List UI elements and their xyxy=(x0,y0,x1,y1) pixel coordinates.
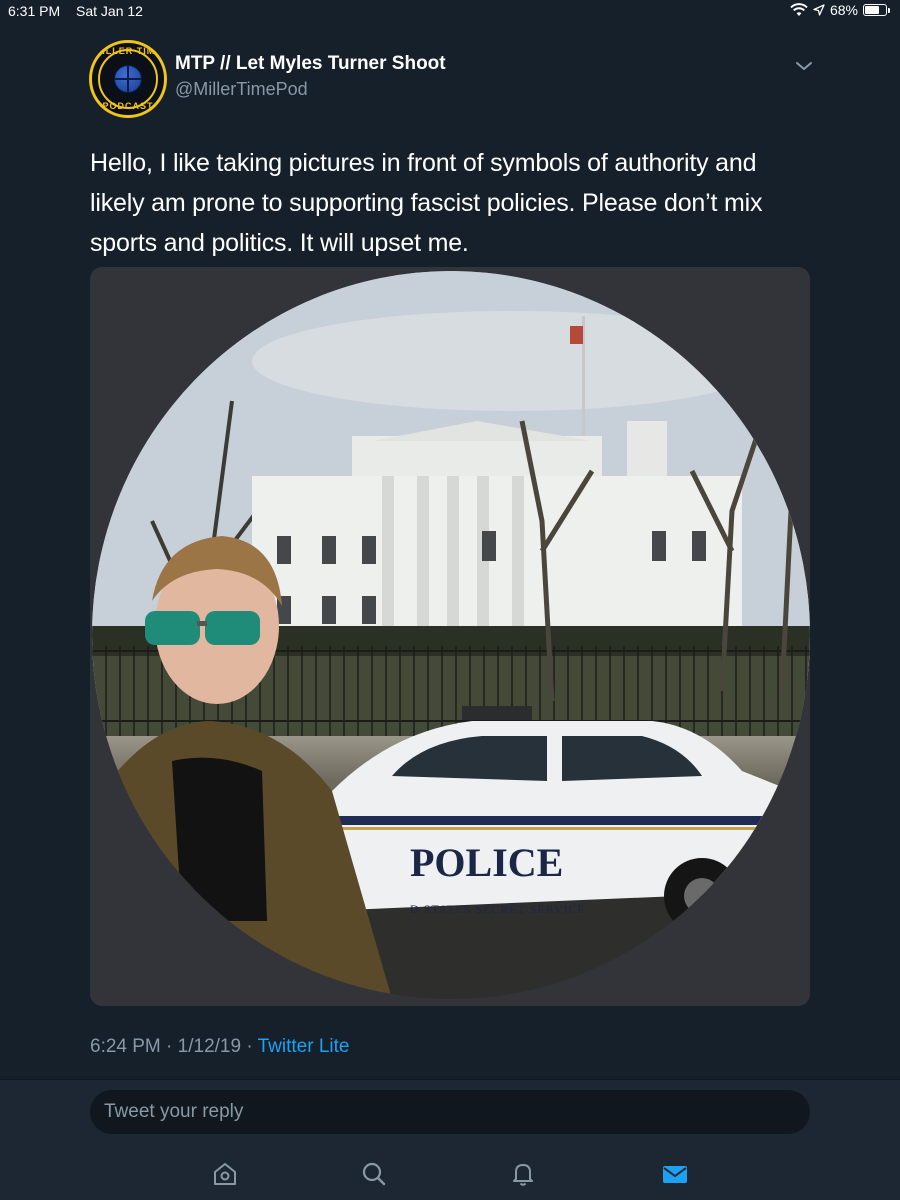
battery-icon xyxy=(863,4,887,16)
status-bar: 6:31 PM Sat Jan 12 68% xyxy=(0,0,900,24)
wifi-icon xyxy=(790,3,808,16)
tab-messages[interactable] xyxy=(659,1158,691,1190)
envelope-icon xyxy=(663,1166,687,1183)
battery-level xyxy=(865,6,879,14)
photo-illustration: POLICE D STATES SECRET SERVICE xyxy=(92,271,810,999)
tweet-text: Hello, I like taking pictures in front o… xyxy=(90,149,763,257)
avatar[interactable]: MILLER TIME PODCAST xyxy=(89,40,167,118)
status-date: Sat Jan 12 xyxy=(76,3,143,19)
tweet-photo: POLICE D STATES SECRET SERVICE xyxy=(92,271,810,999)
chevron-down-icon xyxy=(796,62,812,70)
tweet-date: 1/12/19 xyxy=(177,1036,242,1057)
avatar-text-top: MILLER TIME xyxy=(93,46,163,56)
bell-icon xyxy=(513,1164,533,1186)
reply-input[interactable] xyxy=(90,1090,810,1134)
reply-area xyxy=(0,1080,900,1200)
user-handle[interactable]: @MillerTimePod xyxy=(175,79,308,100)
tweet-time: 6:24 PM xyxy=(90,1036,161,1057)
tab-notifications[interactable] xyxy=(507,1158,539,1190)
car-subtext: D STATES SECRET SERVICE xyxy=(410,902,586,916)
basketball-icon xyxy=(114,65,142,93)
status-time: 6:31 PM xyxy=(8,3,61,19)
status-left: 6:31 PM Sat Jan 12 xyxy=(8,3,143,19)
location-arrow-icon xyxy=(813,4,825,16)
police-text: POLICE xyxy=(410,840,563,885)
avatar-text-bottom: PODCAST xyxy=(102,101,154,111)
tab-search[interactable] xyxy=(358,1158,390,1190)
search-icon xyxy=(362,1162,386,1186)
tab-bar xyxy=(0,1152,900,1192)
battery-cap xyxy=(888,7,890,13)
tweet-media[interactable]: POLICE D STATES SECRET SERVICE xyxy=(90,267,810,1006)
home-icon xyxy=(214,1163,236,1185)
meta-separator: · xyxy=(246,1036,253,1057)
tweet-meta: 6:24 PM · 1/12/19 · Twitter Lite xyxy=(90,1036,349,1058)
battery-percent: 68% xyxy=(829,2,858,18)
meta-separator: · xyxy=(166,1036,173,1057)
display-name[interactable]: MTP // Let Myles Turner Shoot xyxy=(175,53,446,75)
tweet-options-button[interactable] xyxy=(792,56,816,76)
tab-home[interactable] xyxy=(209,1158,241,1190)
status-right: 68% xyxy=(790,2,890,18)
tweet-source-link[interactable]: Twitter Lite xyxy=(258,1036,350,1057)
